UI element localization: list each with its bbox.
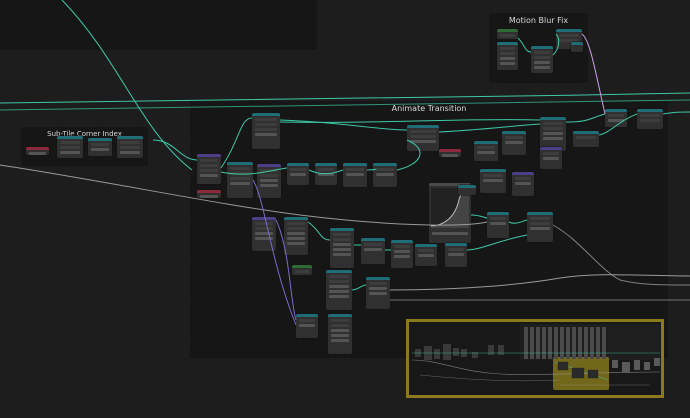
node-editor-canvas[interactable]: Motion Blur Fix Sub-Tile Corner Index An… xyxy=(0,0,690,418)
overview-miniature xyxy=(411,327,661,386)
